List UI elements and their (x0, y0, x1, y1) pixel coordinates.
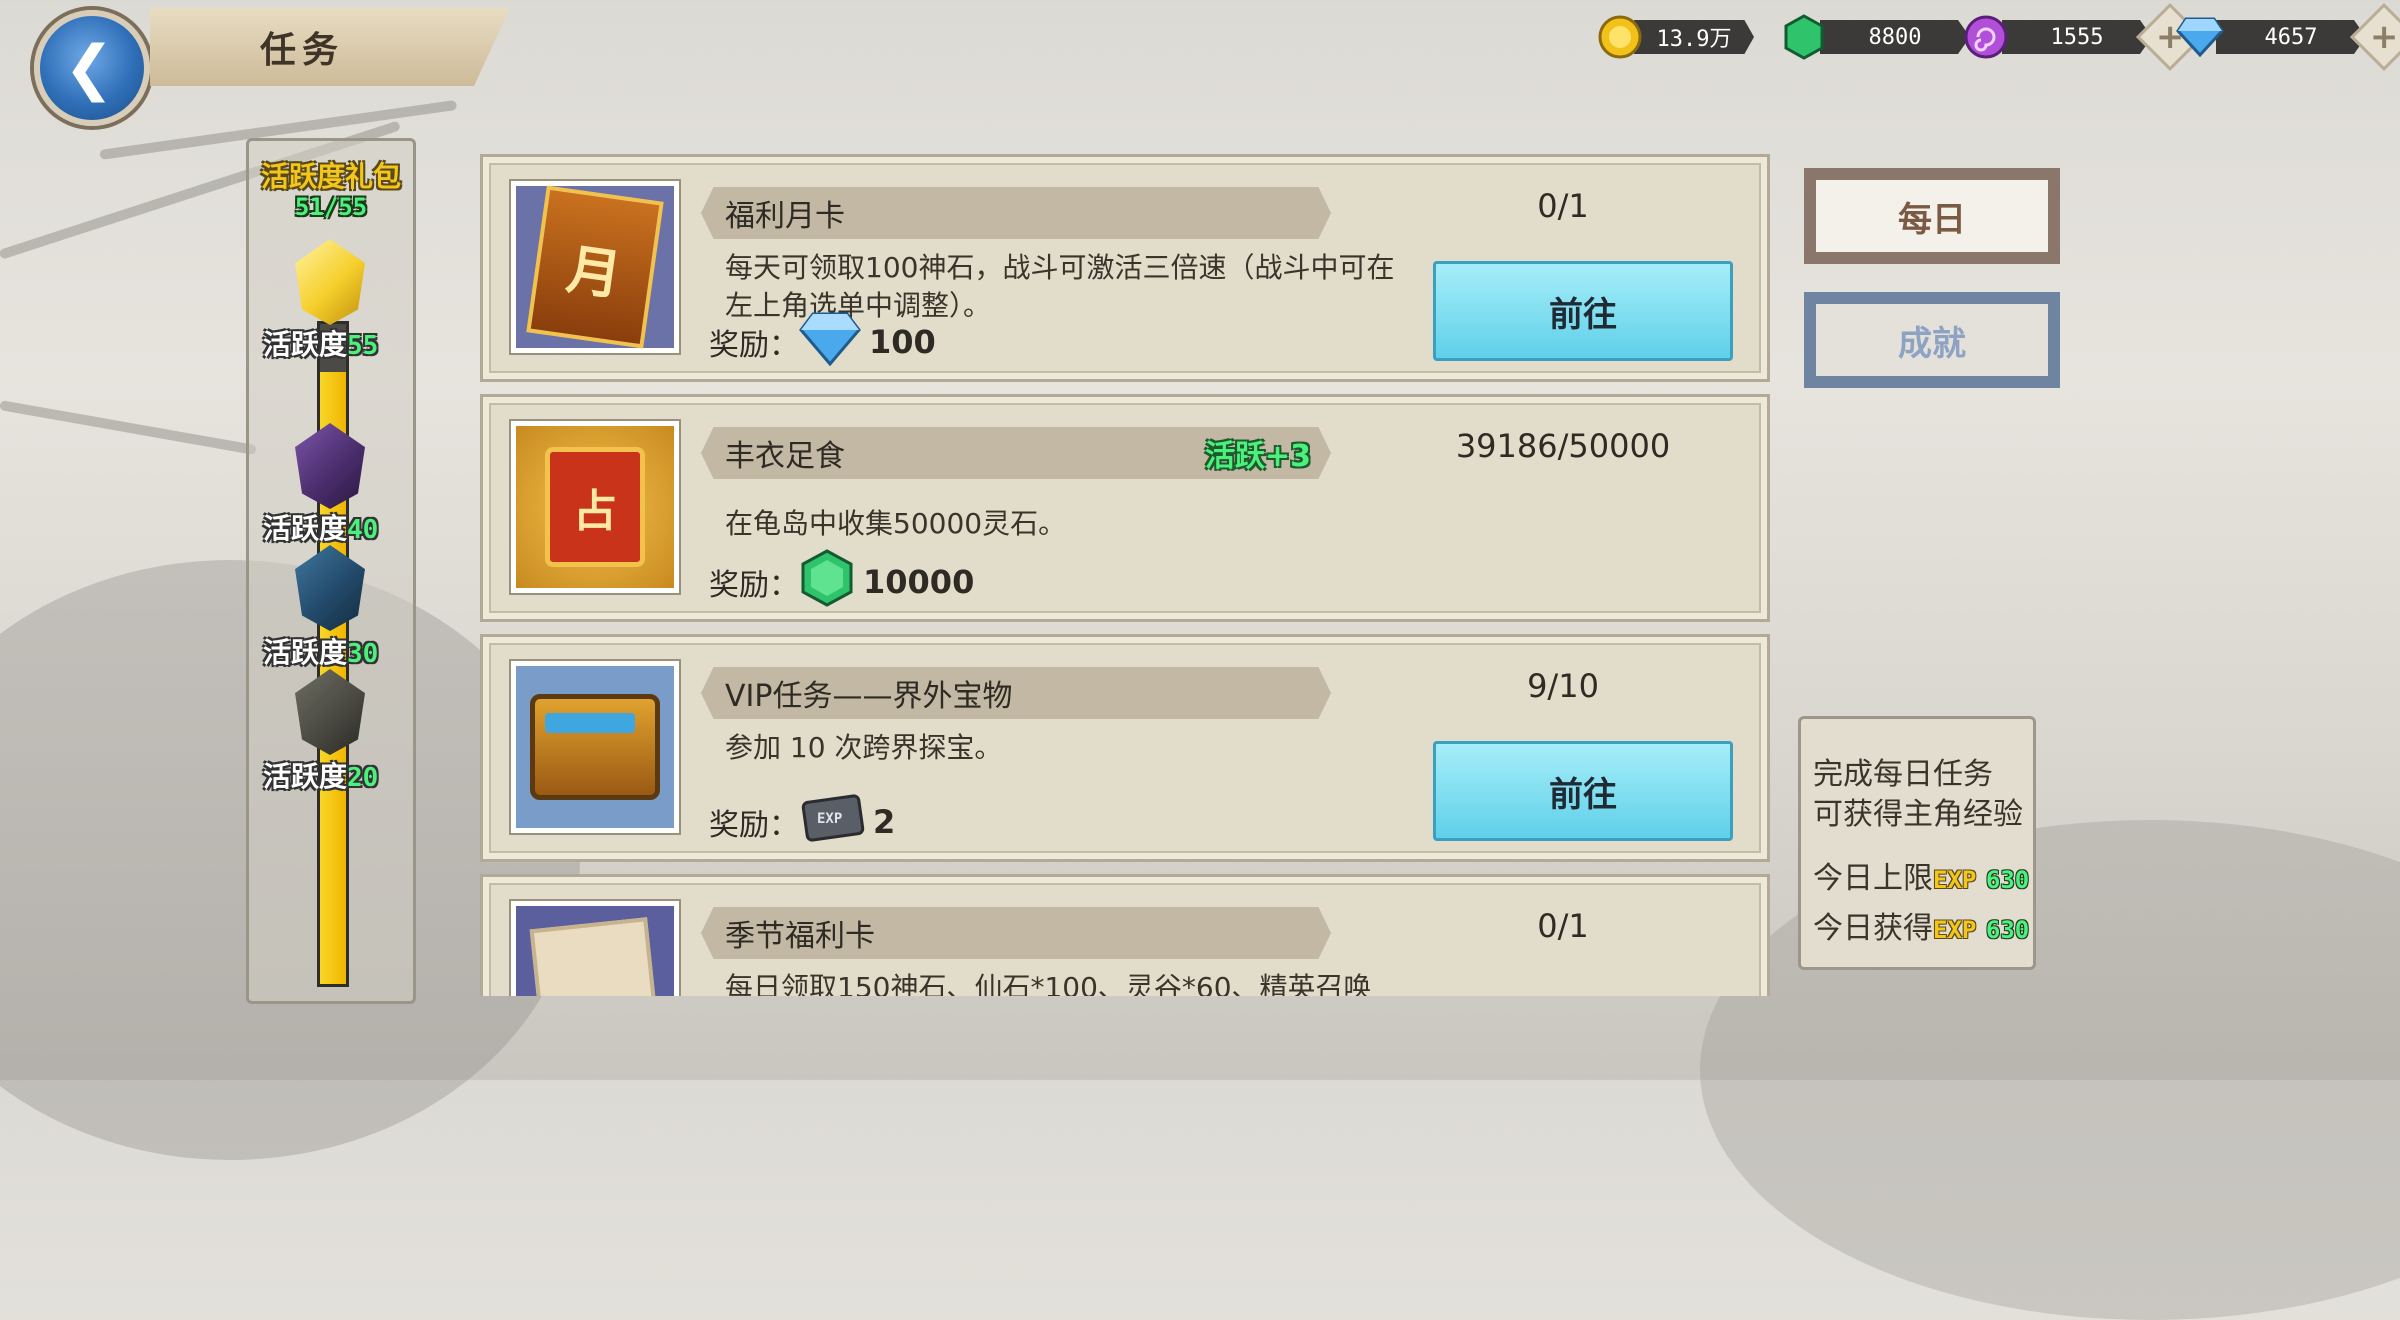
green-jade-icon (1780, 13, 1828, 61)
milestone-40: 活跃度40 (263, 512, 379, 545)
task-reward: 奖励： 100 (709, 312, 936, 367)
task-description: 每日领取150神石、仙石*100、灵谷*60、精英召唤 (725, 971, 1372, 996)
green-jade-icon (799, 548, 855, 616)
currency-spirit: 1555 + (1962, 3, 2204, 71)
reward-amount: 10000 (863, 563, 975, 601)
tree-branch (0, 400, 257, 456)
tab-achievement[interactable]: 成就 (1804, 292, 2060, 388)
gold-coin-icon (1596, 13, 1644, 61)
task-description: 在龟岛中收集50000灵石。 (725, 507, 1067, 540)
task-card: 季节福利卡 0/1 每日领取150神石、仙石*100、灵谷*60、精英召唤 (480, 874, 1770, 996)
task-name: 季节福利卡 (725, 919, 875, 954)
currency-jade: 8800 (1780, 12, 1970, 62)
reward-amount: 2 (873, 803, 896, 841)
gray-crystal-icon[interactable] (295, 669, 365, 755)
task-progress: 39186/50000 (1455, 427, 1671, 465)
task-name: VIP任务——界外宝物 (725, 679, 1013, 714)
season-card-icon (511, 901, 679, 996)
reward-amount: 100 (869, 323, 936, 361)
daily-exp-gained: 今日获得EXP 630 (1813, 911, 2030, 946)
go-button[interactable]: 前往 (1433, 741, 1733, 841)
activity-title: 活跃度礼包 (260, 160, 401, 193)
task-reward: 奖励： EXP 2 (709, 794, 896, 847)
tab-daily[interactable]: 每日 (1804, 168, 2060, 264)
task-name: 丰衣足食 (725, 439, 845, 474)
daily-exp-limit: 今日上限EXP 630 (1813, 861, 2030, 896)
go-button[interactable]: 前往 (1433, 261, 1733, 361)
blue-diamond-icon (799, 310, 861, 374)
task-card: 月 福利月卡 0/1 每天可领取100神石，战斗可激活三倍速（战斗中可在左上角选… (480, 154, 1770, 382)
task-reward: 奖励： 10000 (709, 549, 975, 607)
currency-gold: 13.9万 (1596, 12, 1754, 62)
fortune-banner-icon: 占 (511, 421, 679, 593)
month-card-icon: 月 (511, 181, 679, 353)
activity-bonus-tag: 活跃+3 (1204, 439, 1311, 474)
svg-text:EXP: EXP (817, 811, 842, 827)
task-progress: 0/1 (1537, 907, 1589, 945)
info-line-1: 完成每日任务 (1813, 757, 1993, 792)
plus-icon: + (2369, 17, 2399, 57)
blue-diamond-icon (2176, 13, 2224, 61)
vip-exp-card-icon: EXP (799, 793, 865, 851)
info-line-2: 可获得主角经验 (1813, 797, 2023, 832)
task-name-bar: 丰衣足食 活跃+3 (701, 427, 1331, 479)
reward-label: 奖励： (709, 328, 799, 363)
reward-label: 奖励： (709, 808, 799, 843)
page-title: 任务 (260, 30, 345, 71)
milestone-30: 活跃度30 (263, 636, 379, 669)
spirit-amount: 1555 (2002, 20, 2152, 54)
diamond-amount: 4657 (2216, 20, 2366, 54)
blue-crystal-icon[interactable] (295, 545, 365, 631)
activity-count: 51/55 (294, 193, 368, 221)
jade-amount: 8800 (1820, 20, 1970, 54)
task-card: 占 丰衣足食 活跃+3 39186/50000 在龟岛中收集50000灵石。 奖… (480, 394, 1770, 622)
back-button[interactable]: ❮ (34, 10, 150, 126)
yellow-crystal-icon[interactable] (295, 239, 365, 325)
milestone-20: 活跃度20 (263, 760, 379, 793)
task-list[interactable]: 月 福利月卡 0/1 每天可领取100神石，战斗可激活三倍速（战斗中可在左上角选… (474, 138, 1780, 996)
treasure-chest-icon (511, 661, 679, 833)
task-progress: 0/1 (1537, 187, 1589, 225)
currency-diamond: 4657 + (2176, 3, 2400, 71)
gold-amount: 13.9万 (1634, 20, 1754, 54)
task-progress: 9/10 (1527, 667, 1599, 705)
task-card: VIP任务——界外宝物 9/10 参加 10 次跨界探宝。 奖励： EXP 2 … (480, 634, 1770, 862)
back-arrow-icon: ❮ (63, 33, 115, 103)
purple-crystal-icon[interactable] (295, 423, 365, 509)
task-name-bar: 福利月卡 (701, 187, 1331, 239)
page-title-plate: 任务 (150, 8, 510, 86)
milestone-55: 活跃度55 (263, 328, 379, 361)
task-description: 参加 10 次跨界探宝。 (725, 731, 1003, 764)
exp-info-panel: 完成每日任务 可获得主角经验 今日上限EXP 630 今日获得EXP 630 (1798, 716, 2036, 970)
task-name-bar: 季节福利卡 (701, 907, 1331, 959)
activity-gift-panel: 活跃度礼包 51/55 活跃度55 活跃度40 活跃度30 活跃度20 (246, 138, 416, 1004)
purple-spiral-icon (1962, 13, 2010, 61)
task-name-bar: VIP任务——界外宝物 (701, 667, 1331, 719)
reward-label: 奖励： (709, 568, 799, 603)
add-diamond-button[interactable]: + (2350, 3, 2400, 71)
task-name: 福利月卡 (725, 199, 845, 234)
